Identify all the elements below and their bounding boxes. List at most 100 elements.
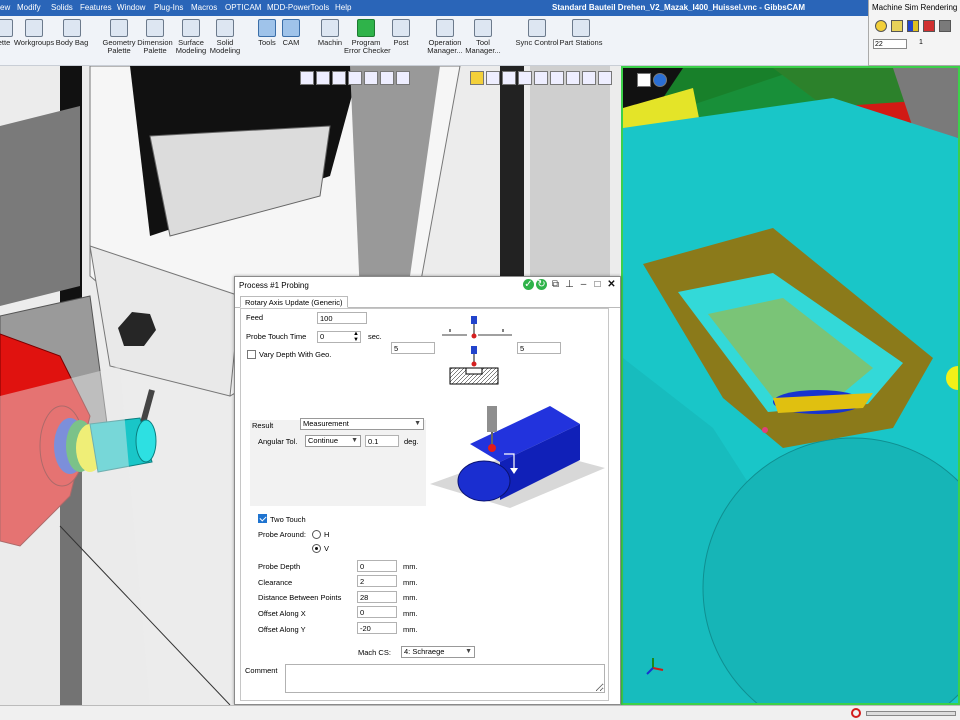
menu-plug-ins[interactable]: Plug-Ins bbox=[154, 3, 183, 12]
palette-button[interactable]: ette bbox=[0, 19, 14, 47]
angular-tol-label: Angular Tol. bbox=[258, 437, 298, 446]
machine-button[interactable]: Machin bbox=[316, 19, 344, 47]
depth-left-field[interactable] bbox=[391, 342, 435, 354]
maximize-icon[interactable]: □ bbox=[592, 279, 603, 290]
close-icon[interactable]: ✕ bbox=[606, 279, 617, 290]
geometry-palette-icon bbox=[110, 19, 128, 37]
menu-modify[interactable]: Modify bbox=[17, 3, 41, 12]
menu-opticam[interactable]: OPTICAM bbox=[225, 3, 261, 12]
menu-view[interactable]: ew bbox=[0, 3, 10, 12]
distance-between-points-field[interactable] bbox=[357, 591, 397, 603]
copy-icon[interactable]: ⧉ bbox=[550, 279, 561, 290]
minimize-icon[interactable]: – bbox=[578, 279, 589, 290]
view-shade-icon[interactable] bbox=[348, 71, 362, 85]
probe-around-h-radio[interactable] bbox=[312, 530, 321, 539]
geometry-palette-button[interactable]: Geometry Palette bbox=[100, 19, 138, 55]
view-layers-icon[interactable] bbox=[396, 71, 410, 85]
material-render-icon[interactable] bbox=[923, 20, 935, 32]
two-touch-checkbox[interactable] bbox=[258, 514, 267, 523]
view-section-icon[interactable] bbox=[380, 71, 394, 85]
clearance-field[interactable] bbox=[357, 575, 397, 587]
clearance-unit: mm. bbox=[403, 578, 418, 587]
offset-along-y-field[interactable] bbox=[357, 622, 397, 634]
probe-around-v-radio[interactable] bbox=[312, 544, 321, 553]
menu-window[interactable]: Window bbox=[117, 3, 145, 12]
wireframe-render-icon[interactable] bbox=[939, 20, 951, 32]
chevron-down-icon: ▼ bbox=[351, 437, 358, 444]
stop-icon[interactable] bbox=[851, 708, 861, 718]
view-zoom-icon[interactable] bbox=[316, 71, 330, 85]
probe-touch-time-value: 0 bbox=[320, 332, 325, 341]
result-dropdown[interactable]: Measurement ▼ bbox=[300, 418, 424, 430]
sim-speed-input[interactable] bbox=[873, 39, 907, 49]
chevron-down-icon: ▼ bbox=[465, 648, 472, 655]
machine-icon bbox=[321, 19, 339, 37]
comment-field[interactable] bbox=[285, 664, 605, 693]
probe-touch-time-stepper[interactable]: 0 ▲ ▼ bbox=[317, 331, 361, 343]
view-sim-clip-icon[interactable] bbox=[534, 71, 548, 85]
redo-icon[interactable]: ↻ bbox=[536, 279, 547, 290]
solid-render-icon[interactable] bbox=[891, 20, 903, 32]
dialog-tab-bar: Rotary Axis Update (Generic) bbox=[235, 294, 620, 308]
feed-label: Feed bbox=[246, 313, 264, 322]
operation-manager-button[interactable]: Operation Manager... bbox=[424, 19, 466, 55]
program-error-checker-button[interactable]: Program Error Checker bbox=[344, 19, 391, 55]
angular-tol-mode-dropdown[interactable]: Continue ▼ bbox=[305, 435, 361, 447]
view-sim-settings-icon[interactable] bbox=[598, 71, 612, 85]
menu-bar: ew Modify Solids Features Window Plug-In… bbox=[0, 0, 868, 16]
view-sim-tool-icon[interactable] bbox=[582, 71, 596, 85]
distance-between-points-label: Distance Between Points bbox=[258, 593, 342, 602]
stepper-arrows-icon[interactable]: ▲ ▼ bbox=[353, 332, 359, 342]
tab-rotary-axis-update[interactable]: Rotary Axis Update (Generic) bbox=[240, 296, 348, 308]
sync-control-button[interactable]: Sync Control bbox=[515, 19, 559, 47]
surface-modeling-button[interactable]: Surface Modeling bbox=[173, 19, 209, 55]
right-3d-viewport[interactable] bbox=[621, 66, 960, 705]
menu-solids[interactable]: Solids bbox=[51, 3, 73, 12]
comment-label: Comment bbox=[245, 666, 278, 675]
view-render-icon[interactable] bbox=[364, 71, 378, 85]
result-label: Result bbox=[252, 421, 274, 430]
menu-features[interactable]: Features bbox=[80, 3, 112, 12]
pin-icon[interactable]: ⊥ bbox=[564, 279, 575, 290]
gibbscam-window: ew Modify Solids Features Window Plug-In… bbox=[0, 0, 960, 720]
solid-modeling-button[interactable]: Solid Modeling bbox=[208, 19, 242, 55]
cam-button[interactable]: CAM bbox=[279, 19, 303, 47]
status-bar bbox=[0, 705, 960, 720]
view-sim-section-icon[interactable] bbox=[518, 71, 532, 85]
tool-manager-icon bbox=[474, 19, 492, 37]
view-sim-shade-icon[interactable] bbox=[502, 71, 516, 85]
angular-tol-mode-value: Continue bbox=[308, 436, 339, 445]
view-fit-icon[interactable] bbox=[332, 71, 346, 85]
feed-field[interactable] bbox=[317, 312, 367, 324]
accept-icon[interactable]: ✓ bbox=[523, 279, 534, 290]
error-checker-icon bbox=[357, 19, 375, 37]
view-sim-icon[interactable] bbox=[470, 71, 484, 85]
menu-macros[interactable]: Macros bbox=[191, 3, 217, 12]
mach-cs-dropdown[interactable]: 4: Schraege ▼ bbox=[401, 646, 475, 658]
body-bag-icon bbox=[63, 19, 81, 37]
body-bag-button[interactable]: Body Bag bbox=[55, 19, 89, 47]
depth-right-field[interactable] bbox=[517, 342, 561, 354]
shaded-render-icon[interactable] bbox=[907, 20, 919, 32]
render-mode-icon[interactable] bbox=[875, 20, 887, 32]
workgroups-button[interactable]: Workgroups bbox=[13, 19, 55, 47]
menu-help[interactable]: Help bbox=[335, 3, 351, 12]
tools-button[interactable]: Tools bbox=[255, 19, 279, 47]
tool-manager-button[interactable]: Tool Manager... bbox=[463, 19, 503, 55]
expand-view-icon[interactable] bbox=[637, 73, 651, 87]
offset-along-x-field[interactable] bbox=[357, 606, 397, 618]
part-stations-button[interactable]: Part Stations bbox=[559, 19, 603, 47]
vary-depth-label: Vary Depth With Geo. bbox=[259, 350, 332, 359]
view-sim-color-icon[interactable] bbox=[566, 71, 580, 85]
vary-depth-checkbox[interactable] bbox=[247, 350, 256, 359]
part-stations-icon bbox=[572, 19, 590, 37]
view-sim-solid-icon[interactable] bbox=[486, 71, 500, 85]
post-button[interactable]: Post bbox=[390, 19, 412, 47]
menu-mdd-powertools[interactable]: MDD-PowerTools bbox=[267, 3, 329, 12]
help-icon[interactable] bbox=[653, 73, 667, 87]
probe-depth-field[interactable] bbox=[357, 560, 397, 572]
view-orient-icon[interactable] bbox=[300, 71, 314, 85]
view-sim-render-icon[interactable] bbox=[550, 71, 564, 85]
dimension-palette-button[interactable]: Dimension Palette bbox=[137, 19, 173, 55]
angular-tol-field[interactable] bbox=[365, 435, 399, 447]
